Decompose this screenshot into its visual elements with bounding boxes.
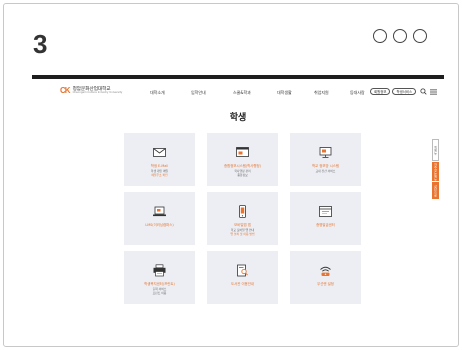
laptop-icon	[152, 203, 167, 217]
nav-item-career[interactable]: 취업지원	[314, 90, 329, 96]
computer-icon	[318, 144, 333, 158]
monitor-window-icon	[235, 144, 250, 157]
card-description: 교내 전산 서비스	[292, 169, 359, 174]
student-service-button[interactable]: 학생서비스	[392, 88, 417, 95]
card-title: 모바일앱 앱	[234, 223, 251, 227]
wifi-icon	[318, 262, 333, 276]
card-description-line: 앱 설치 및 이용 방법	[230, 231, 255, 236]
service-card-integrated-info-system[interactable]: 종합정보시스템(학사행정) 학사행정 관리 종합정보	[207, 133, 278, 186]
nav-item-about[interactable]: 대학소개	[150, 90, 165, 96]
card-description-line: 종합정보	[237, 172, 248, 177]
nav-item-people[interactable]: 등대사람	[350, 90, 365, 96]
card-description: 출력 서비스 프린트 이용	[126, 287, 193, 296]
service-card-certificate-center[interactable]: 증명발급센터	[290, 192, 361, 245]
quick-menu: 퀵메뉴 자주찾는메뉴 상단으로	[432, 139, 439, 199]
printer-icon	[152, 262, 167, 277]
window-controls	[373, 29, 427, 43]
search-icon[interactable]	[420, 88, 427, 95]
window-dot-3[interactable]	[413, 29, 427, 43]
service-card-student-email[interactable]: 학생 E-Mail 학생 개인 메일 메일주소 확인	[124, 133, 195, 186]
member-info-button[interactable]: 회원정보	[370, 88, 391, 95]
utility-menu: 회원정보 학생서비스	[370, 88, 438, 95]
document-search-icon	[235, 262, 250, 277]
nav-item-school[interactable]: 스쿨&학과	[233, 90, 251, 96]
site-header: CK 청암문화산업대학교 Cheongam Culture Industry U…	[32, 81, 444, 103]
service-card-library-guide[interactable]: 도서관 이용안내	[207, 251, 278, 304]
screenshot-frame: 3 CK 청암문화산업대학교 Cheongam Culture Industry…	[3, 3, 459, 347]
card-description-line: 메일주소 확인	[151, 172, 168, 177]
service-card-mobile-app[interactable]: 모바일앱 앱 학교 모바일 앱 안내 앱 설치 및 이용 방법	[207, 192, 278, 245]
service-card-student-welfare-print[interactable]: 학생복지센터(프린트) 출력 서비스 프린트 이용	[124, 251, 195, 304]
page-title: 학생	[229, 113, 247, 123]
card-description-line: 교내 전산 서비스	[315, 169, 336, 173]
card-title: 무선랜 설정	[317, 282, 334, 286]
card-description: 학교 모바일 앱 안내 앱 설치 및 이용 방법	[209, 228, 276, 237]
card-title: 도서관 이용안내	[231, 282, 254, 286]
window-dot-2[interactable]	[393, 29, 407, 43]
service-card-school-network-system[interactable]: 학교 정보망 시스템 교내 전산 서비스	[290, 133, 361, 186]
window-dot-1[interactable]	[373, 29, 387, 43]
smartphone-icon	[235, 203, 250, 218]
quick-menu-favorites-button[interactable]: 자주찾는메뉴	[432, 162, 439, 181]
card-title: 종합정보시스템(학사행정)	[224, 164, 261, 168]
hamburger-menu-icon[interactable]	[430, 89, 438, 95]
browser-window-icon	[318, 203, 333, 217]
card-description: 학생 개인 메일 메일주소 확인	[126, 169, 193, 178]
card-description-line: 프린트 이용	[152, 290, 167, 295]
card-title: 학생복지센터(프린트)	[144, 282, 175, 286]
website-screen: CK 청암문화산업대학교 Cheongam Culture Industry U…	[32, 75, 444, 331]
nav-item-campus-life[interactable]: 대학생활	[277, 90, 292, 96]
quick-menu-label: 퀵메뉴	[432, 139, 439, 161]
service-card-wireless-lan-setup[interactable]: 무선랜 설정	[290, 251, 361, 304]
logo-english-name: Cheongam Culture Industry University	[72, 91, 123, 95]
envelope-icon	[152, 144, 167, 157]
quick-menu-top-button[interactable]: 상단으로	[432, 182, 439, 199]
nav-item-admission[interactable]: 입학안내	[191, 90, 206, 96]
card-title: 학생 E-Mail	[150, 164, 169, 168]
site-logo[interactable]: CK 청암문화산업대학교 Cheongam Culture Industry U…	[60, 87, 122, 95]
card-title: 증명발급센터	[316, 223, 335, 227]
logo-mark: CK	[60, 86, 71, 95]
service-card-lms-elearning[interactable]: LMS(이러닝캠퍼스)	[124, 192, 195, 245]
card-description: 학사행정 관리 종합정보	[209, 169, 276, 178]
card-title: LMS(이러닝캠퍼스)	[145, 223, 174, 227]
logo-text: 청암문화산업대학교 Cheongam Culture Industry Univ…	[73, 87, 123, 95]
step-number: 3	[33, 29, 48, 59]
card-title: 학교 정보망 시스템	[311, 164, 340, 168]
